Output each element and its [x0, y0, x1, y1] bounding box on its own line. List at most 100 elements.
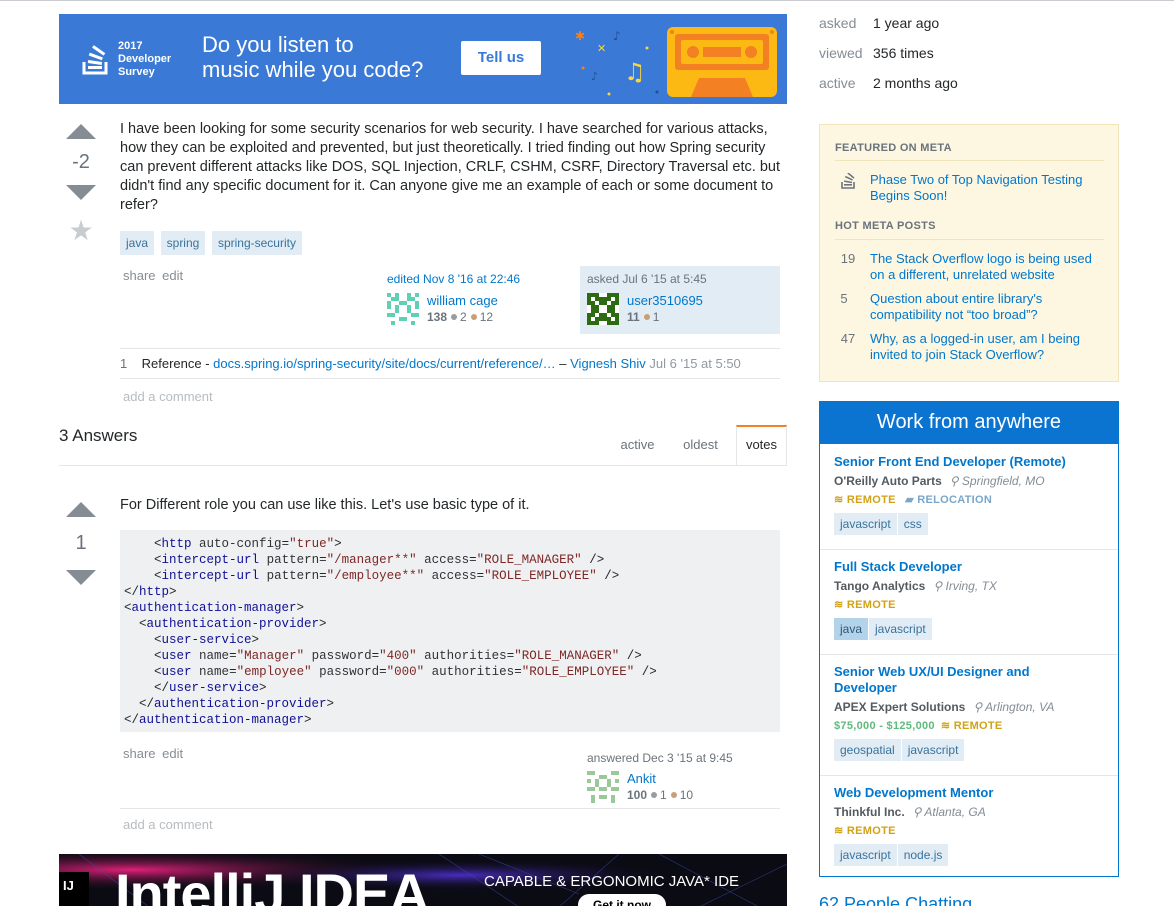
job-listing[interactable]: Senior Web UX/UI Designer and Developer … — [820, 655, 1118, 776]
tab-votes[interactable]: votes — [736, 425, 787, 466]
comments-divider-bottom — [120, 378, 780, 379]
hot-post-link[interactable]: Why, as a logged-in user, am I being inv… — [870, 331, 1102, 363]
downvote-arrow-icon[interactable] — [66, 185, 96, 200]
job-perks: ≋ REMOTE — [834, 598, 896, 611]
tag-spring-security[interactable]: spring-security — [211, 231, 302, 255]
job-listing[interactable]: Senior Front End Developer (Remote) O'Re… — [820, 444, 1118, 550]
answer-add-comment-link[interactable]: add a comment — [123, 817, 213, 832]
developer-survey-banner[interactable]: 2017 Developer Survey Do you listen to m… — [59, 14, 787, 104]
meta-divider — [835, 160, 1104, 161]
ad-tagline: CAPABLE & ERGONOMIC JAVA* IDE — [484, 873, 740, 890]
hot-meta-posts-header: HOT META POSTS — [835, 220, 936, 232]
tag-java[interactable]: java — [120, 231, 155, 255]
job-perks: ≋ REMOTE ▰ RELOCATION — [834, 493, 992, 506]
answerer-signature: answered Dec 3 '15 at 9:45 Ankit 100 1 10 — [587, 751, 780, 803]
code-line: <authentication-manager> — [124, 601, 305, 615]
tab-oldest[interactable]: oldest — [673, 437, 728, 452]
edit-link[interactable]: edit — [162, 268, 183, 283]
answers-count-title: 3 Answers — [59, 426, 138, 445]
edited-time[interactable]: edited Nov 8 '16 at 22:46 — [387, 272, 577, 286]
code-line: <user name="employee" password="000" aut… — [124, 665, 657, 679]
user3510695-avatar[interactable] — [587, 293, 619, 325]
edit-link[interactable]: edit — [162, 746, 183, 761]
ad-get-it-now-button[interactable]: Get it now — [578, 894, 666, 906]
downvote-arrow-icon[interactable] — [66, 570, 96, 585]
ankit-avatar[interactable] — [587, 771, 619, 803]
job-title[interactable]: Senior Front End Developer (Remote) — [834, 454, 1066, 470]
svg-text:♫: ♫ — [624, 58, 646, 86]
upvote-arrow-icon[interactable] — [66, 502, 96, 517]
answers-header-divider — [59, 465, 787, 466]
jobs-header[interactable]: Work from anywhere — [820, 401, 1118, 444]
share-link[interactable]: share — [123, 746, 156, 761]
editor-name[interactable]: william cage — [427, 293, 498, 308]
job-location: Springfield, MO — [961, 474, 1045, 488]
william-cage-avatar[interactable] — [387, 293, 419, 325]
job-tag[interactable]: javascript — [834, 844, 897, 866]
comment-link[interactable]: docs.spring.io/spring-security/site/docs… — [213, 356, 555, 371]
survey-line1: Developer — [118, 53, 172, 65]
job-company-name: O'Reilly Auto Parts — [834, 474, 942, 488]
hot-post-link[interactable]: Question about entire library's compatib… — [870, 291, 1102, 323]
question-body: I have been looking for some security sc… — [120, 121, 780, 213]
tag-spring[interactable]: spring — [160, 231, 206, 255]
code-line: </authentication-provider> — [124, 697, 335, 711]
answerer-name[interactable]: Ankit — [627, 771, 656, 786]
active-value: 2 months ago — [873, 75, 958, 91]
job-tag[interactable]: javascript — [869, 618, 932, 640]
job-tag[interactable]: node.js — [897, 844, 949, 866]
job-title[interactable]: Full Stack Developer — [834, 559, 962, 575]
featured-meta-link[interactable]: Phase Two of Top Navigation Testing Begi… — [870, 172, 1100, 204]
job-title[interactable]: Senior Web UX/UI Designer and Developer — [834, 664, 1064, 696]
comment-score: 1 — [120, 356, 128, 371]
comment-row: 1 Reference - docs.spring.io/spring-secu… — [120, 356, 780, 372]
survey-year: 2017 — [118, 40, 143, 52]
job-title[interactable]: Web Development Mentor — [834, 785, 993, 801]
tab-active[interactable]: active — [610, 437, 665, 452]
answer-post-menu: share edit — [123, 746, 183, 761]
job-listing[interactable]: Web Development Mentor Thinkful Inc. ⚲ At… — [820, 776, 1118, 876]
wifi-icon: ≋ — [834, 599, 847, 611]
hot-post-count: 19 — [840, 251, 856, 266]
job-tag[interactable]: javascript — [834, 513, 897, 535]
job-company-name: Thinkful Inc. — [834, 805, 905, 819]
asked-value: 1 year ago — [873, 15, 940, 31]
job-tag[interactable]: javascript — [901, 739, 965, 761]
job-remote: REMOTE — [953, 720, 1003, 732]
jobs-widget: Work from anywhere Senior Front End Deve… — [819, 401, 1119, 877]
favorite-star-icon[interactable]: ★ — [61, 216, 101, 246]
upvote-arrow-icon[interactable] — [66, 124, 96, 139]
job-listing[interactable]: Full Stack Developer Tango Analytics ⚲ Ir… — [820, 550, 1118, 655]
asked-time[interactable]: asked Jul 6 '15 at 5:45 — [587, 272, 773, 286]
comments-divider — [120, 348, 780, 349]
job-remote: REMOTE — [846, 599, 896, 611]
stack-exchange-meta-icon — [841, 173, 855, 189]
question-add-comment-link[interactable]: add a comment — [123, 389, 213, 404]
bronze-badge-icon — [643, 314, 650, 321]
tell-us-button[interactable]: Tell us — [461, 41, 541, 75]
comment-user[interactable]: Vignesh Shiv — [570, 356, 646, 371]
job-tags: javascript css — [834, 513, 929, 535]
share-link[interactable]: share — [123, 268, 156, 283]
job-location: Arlington, VA — [985, 700, 1055, 714]
job-tag[interactable]: geospatial — [834, 739, 901, 761]
job-tag[interactable]: java — [834, 618, 869, 640]
banner-headline-line1: Do you listen to — [202, 32, 354, 57]
editor-silver-count: 2 — [460, 310, 467, 324]
wifi-icon: ≋ — [834, 494, 847, 506]
hot-post-count: 5 — [840, 291, 848, 306]
answered-time[interactable]: answered Dec 3 '15 at 9:45 — [587, 751, 780, 765]
comment-dash: – — [555, 356, 571, 371]
location-pin-icon: ⚲ — [949, 474, 962, 488]
question-post-menu: share edit — [123, 268, 183, 283]
owner-name[interactable]: user3510695 — [627, 293, 703, 308]
intellij-advertisement[interactable]: IJ IntelliJ IDEA CAPABLE & ERGONOMIC JAV… — [59, 854, 787, 906]
job-company-name: APEX Expert Solutions — [834, 700, 966, 714]
hot-post-link[interactable]: The Stack Overflow logo is being used on… — [870, 251, 1102, 283]
job-company: O'Reilly Auto Parts ⚲ Springfield, MO — [834, 474, 1045, 488]
job-tag[interactable]: css — [897, 513, 928, 535]
code-line: <intercept-url pattern="/employee**" acc… — [124, 569, 620, 583]
svg-text:✕: ✕ — [597, 42, 606, 55]
question-tags: java spring spring-security — [120, 231, 305, 255]
chat-link[interactable]: 62 People Chatting — [819, 894, 972, 906]
